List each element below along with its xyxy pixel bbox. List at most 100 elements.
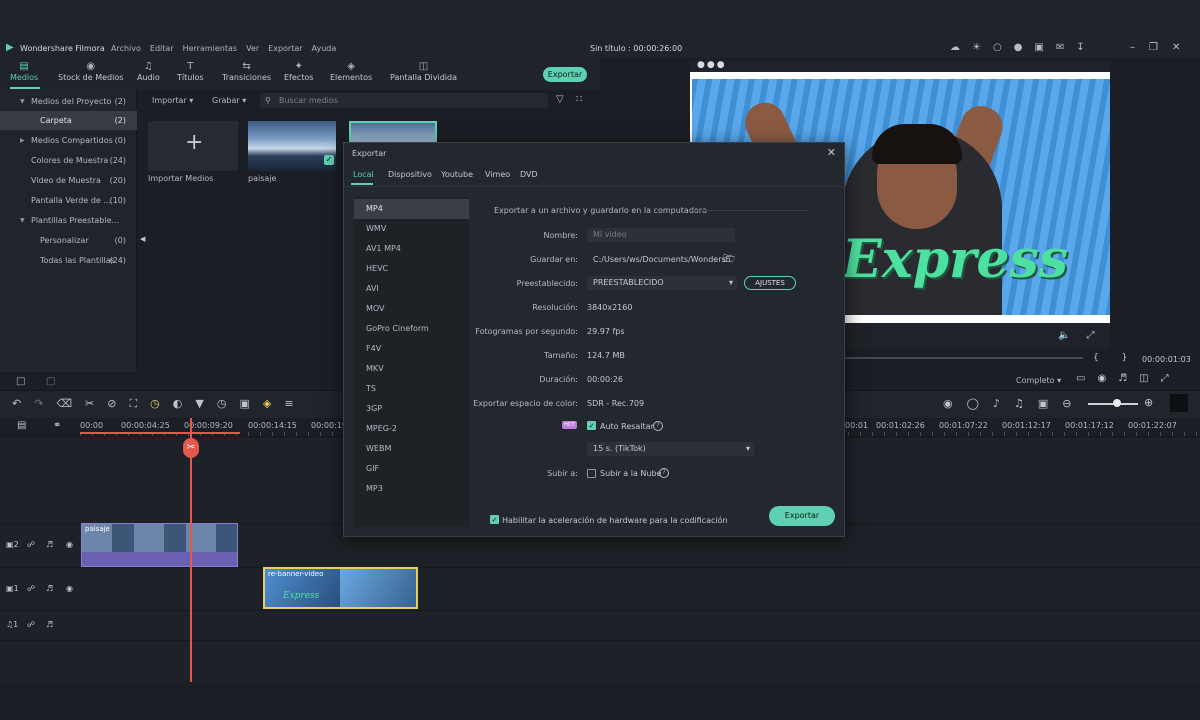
timer-icon[interactable]: ◷ xyxy=(217,397,227,411)
menu-archivo[interactable]: Archivo xyxy=(111,44,141,53)
add-track-icon[interactable]: ▤ xyxy=(17,420,26,431)
track-audio-1[interactable] xyxy=(0,610,1200,640)
fullscreen-icon[interactable]: ⤢ xyxy=(1086,330,1094,341)
library-item-green-screen[interactable]: Pantalla Verde de ... (10) xyxy=(0,191,137,210)
tab-medios[interactable]: ▤ Medios xyxy=(10,61,38,82)
tab-audio[interactable]: ♫ Audio xyxy=(137,61,160,82)
avatar-icon[interactable]: ● xyxy=(1014,42,1023,53)
highlight-duration-dropdown[interactable]: 15 s. (TikTok) ▾ xyxy=(587,442,754,456)
mute-icon[interactable]: ♬ xyxy=(46,584,53,593)
format-mp4[interactable]: MP4 xyxy=(354,199,469,219)
tab-dispositivo[interactable]: Dispositivo xyxy=(388,170,432,179)
maximize-icon[interactable]: ❐ xyxy=(1149,42,1158,53)
search-input[interactable]: ⚲ Buscar medios xyxy=(260,93,548,108)
tab-pantalla-dividida[interactable]: ◫ Pantalla Dividida xyxy=(390,61,457,82)
library-item-project-media[interactable]: ▼ Medios del Proyecto (2) xyxy=(0,92,137,111)
record-dropdown[interactable]: Grabar ▾ xyxy=(212,94,246,108)
minimize-icon[interactable]: – xyxy=(1130,42,1135,53)
lock-icon[interactable]: ☍ xyxy=(27,620,35,629)
format-webm[interactable]: WEBM xyxy=(354,439,469,459)
eye-icon[interactable]: ◉ xyxy=(66,584,73,593)
info-icon[interactable]: ? xyxy=(659,468,669,478)
mute-icon[interactable]: ♬ xyxy=(46,620,53,629)
format-wmv[interactable]: WMV xyxy=(354,219,469,239)
preset-dropdown[interactable]: PREESTABLECIDO ▾ xyxy=(587,276,737,290)
timeline-panel-toggle[interactable] xyxy=(1170,394,1188,412)
tab-dvd[interactable]: DVD xyxy=(520,170,538,179)
library-item-all-templates[interactable]: Todas las Plantillas (24) xyxy=(0,251,137,270)
mark-in-out-icon[interactable]: { } xyxy=(1093,353,1137,363)
format-mp3[interactable]: MP3 xyxy=(354,479,469,499)
tab-elementos[interactable]: ◈ Elementos xyxy=(330,61,372,82)
close-icon[interactable]: ✕ xyxy=(1172,42,1180,53)
bulb-icon[interactable]: ☀ xyxy=(972,42,981,53)
menu-ver[interactable]: Ver xyxy=(246,44,259,53)
format-mkv[interactable]: MKV xyxy=(354,359,469,379)
voiceover-icon[interactable]: ♫ xyxy=(1014,397,1024,410)
menu-editar[interactable]: Editar xyxy=(150,44,174,53)
library-item-preset-templates[interactable]: ▼ Plantillas Preestable... xyxy=(0,211,137,230)
quality-dropdown[interactable]: Completo ▾ xyxy=(1016,376,1061,385)
format-mov[interactable]: MOV xyxy=(354,299,469,319)
upload-cloud-checkbox[interactable] xyxy=(587,469,596,478)
name-input[interactable]: Mi video xyxy=(587,228,735,242)
tab-transiciones[interactable]: ⇆ Transiciones xyxy=(222,61,271,82)
folder-icon[interactable]: 🗁 xyxy=(723,252,735,269)
keyframe-icon[interactable]: ◈ xyxy=(263,397,271,411)
redo-icon[interactable]: ↷ xyxy=(34,397,43,411)
eye-icon[interactable]: ◉ xyxy=(66,540,73,549)
library-item-shared-media[interactable]: ▶ Medios Compartidos (0) xyxy=(0,131,137,150)
timeline-clip-banner-video[interactable]: re-banner-video Express xyxy=(263,567,418,609)
playhead-scissors-icon[interactable]: ✂ xyxy=(183,438,199,458)
library-item-customize[interactable]: Personalizar (0) xyxy=(0,231,137,250)
dialog-export-button[interactable]: Exportar xyxy=(769,506,835,526)
link-icon[interactable]: ⚭ xyxy=(53,420,61,431)
format-av1-mp4[interactable]: AV1 MP4 xyxy=(354,239,469,259)
zoom-slider-knob[interactable] xyxy=(1113,399,1121,407)
folder-icon[interactable]: □ xyxy=(46,376,55,387)
tab-vimeo[interactable]: Vimeo xyxy=(485,170,510,179)
import-dropdown[interactable]: Importar ▾ xyxy=(152,94,193,108)
timeline-clip-paisaje[interactable]: paisaje xyxy=(81,523,238,567)
zoom-out-icon[interactable]: ⊖ xyxy=(1062,397,1071,410)
speaker-icon[interactable]: ♬ xyxy=(1118,373,1127,384)
tab-stock-de-medios[interactable]: ◉ Stock de Medios xyxy=(58,61,123,82)
hw-accel-checkbox[interactable]: ✓ xyxy=(490,515,499,524)
volume-icon[interactable]: 🔈 xyxy=(1058,330,1070,341)
grid-view-icon[interactable]: ∷ xyxy=(576,94,582,105)
export-button-top[interactable]: Exportar xyxy=(543,67,587,82)
mail-icon[interactable]: ✉ xyxy=(1056,42,1064,53)
lock-icon[interactable]: ☍ xyxy=(27,584,35,593)
format-f4v[interactable]: F4V xyxy=(354,339,469,359)
auto-highlight-checkbox[interactable]: ✓ xyxy=(587,421,596,430)
stabilize-icon[interactable]: ▼ xyxy=(195,397,203,411)
mute-icon[interactable]: ♬ xyxy=(46,540,53,549)
color-icon[interactable]: ◐ xyxy=(173,397,183,411)
format-avi[interactable]: AVI xyxy=(354,279,469,299)
pip-icon[interactable]: ◫ xyxy=(1139,373,1148,384)
track-video-1[interactable] xyxy=(0,567,1200,610)
library-item-sample-video[interactable]: Video de Muestra (20) xyxy=(0,171,137,190)
filter-icon[interactable]: ▽ xyxy=(556,94,564,105)
tab-titulos[interactable]: T Títulos xyxy=(177,61,204,82)
save-icon[interactable]: ▣ xyxy=(1034,42,1043,53)
format-gif[interactable]: GIF xyxy=(354,459,469,479)
save-location-value[interactable]: C:/Users/ws/Documents/Wondersh xyxy=(593,255,731,264)
tab-local[interactable]: Local xyxy=(353,170,374,179)
new-folder-icon[interactable]: □ xyxy=(16,376,25,387)
library-item-sample-colors[interactable]: Colores de Muestra (24) xyxy=(0,151,137,170)
menu-herramientas[interactable]: Herramientas xyxy=(183,44,238,53)
lock-icon[interactable]: ☍ xyxy=(27,540,35,549)
render-icon[interactable]: ◉ xyxy=(943,397,953,410)
media-thumbnail-paisaje[interactable] xyxy=(248,121,336,171)
format-ts[interactable]: TS xyxy=(354,379,469,399)
cloud-icon[interactable]: ☁ xyxy=(950,42,960,53)
format-hevc[interactable]: HEVC xyxy=(354,259,469,279)
library-item-folder[interactable]: Carpeta (2) xyxy=(0,111,137,130)
zoom-in-icon[interactable]: ⊕ xyxy=(1144,396,1153,409)
tab-youtube[interactable]: Youtube xyxy=(441,170,473,179)
cut-icon[interactable]: ✂ xyxy=(85,397,94,411)
crop-icon[interactable]: ⛶ xyxy=(129,397,137,411)
download-icon[interactable]: ↧ xyxy=(1076,42,1084,53)
timeline-empty-bottom[interactable] xyxy=(0,640,1200,682)
